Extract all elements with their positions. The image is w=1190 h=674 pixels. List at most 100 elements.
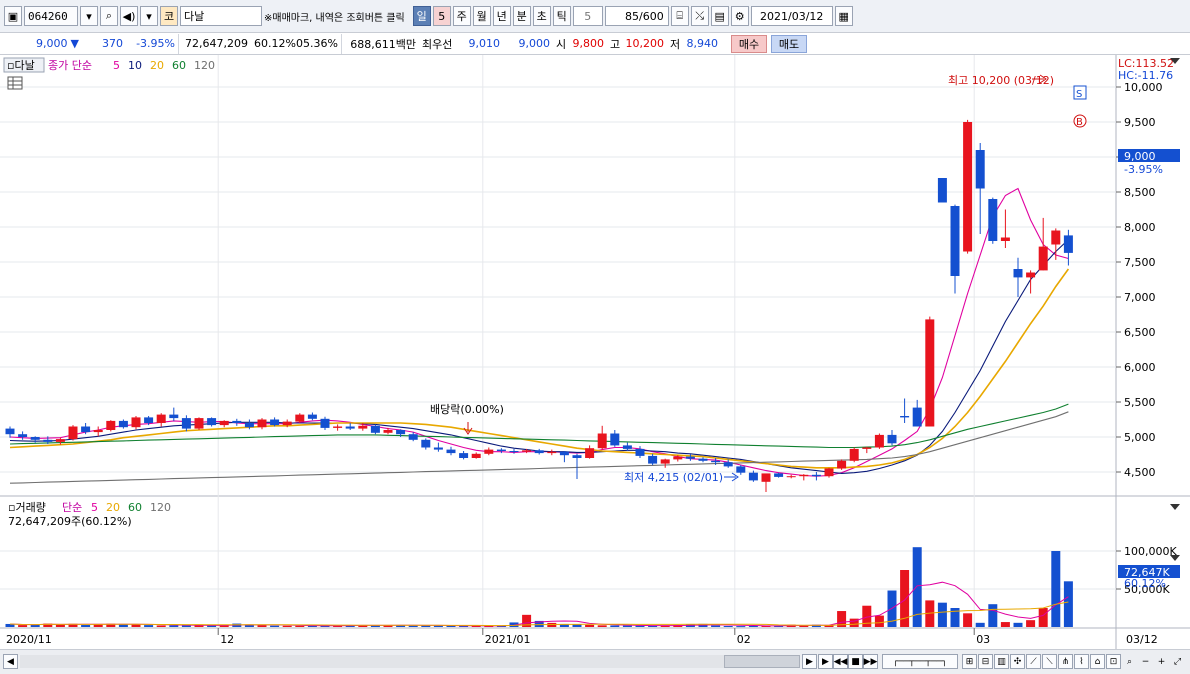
- candle-up: [333, 426, 343, 428]
- dividend-annotation: 배당락(0.00%): [430, 403, 504, 416]
- period-second-tab[interactable]: 초: [532, 6, 551, 26]
- candle-down: [811, 474, 821, 477]
- ma20-legend: 20: [150, 59, 164, 72]
- period-tick-tab[interactable]: 틱: [552, 6, 571, 26]
- scroll-thumb[interactable]: [724, 655, 800, 668]
- period-day-spin[interactable]: 5: [432, 6, 451, 26]
- search-icon[interactable]: ⌕: [100, 6, 118, 26]
- candle-down: [698, 458, 708, 461]
- period-day-tab[interactable]: 일: [412, 6, 431, 26]
- quote-volume: 72,647,209: [178, 33, 251, 54]
- date-label: 2020/11: [6, 633, 52, 646]
- candle-down: [396, 430, 406, 435]
- zoom-out-icon[interactable]: −: [1138, 654, 1153, 669]
- code-dropdown-icon[interactable]: ▾: [80, 6, 98, 26]
- price-tick-label: 9,500: [1124, 116, 1156, 129]
- stock-name-field[interactable]: 다날: [180, 6, 262, 26]
- stock-code-input[interactable]: 064260: [24, 6, 78, 26]
- screen-icon[interactable]: ⊟: [978, 654, 993, 669]
- ruler-icon[interactable]: ⊡: [1106, 654, 1121, 669]
- candle-down: [774, 473, 784, 477]
- indicator-icon[interactable]: ⤯: [690, 6, 709, 26]
- trend-icon[interactable]: ⟋: [1026, 654, 1041, 669]
- candle-down: [534, 450, 544, 454]
- rewind-icon[interactable]: ◀◀: [833, 654, 848, 669]
- candle-up: [471, 453, 481, 458]
- candle-down: [5, 428, 15, 435]
- period-month-tab[interactable]: 월: [472, 6, 491, 26]
- fib-tool-icon[interactable]: ⋔: [1058, 654, 1073, 669]
- volume-tick-label: 100,000K: [1124, 545, 1177, 558]
- sell-button[interactable]: 매도: [771, 34, 807, 53]
- volume-bar: [1051, 551, 1061, 627]
- buy-button[interactable]: 매수: [731, 34, 767, 53]
- price-tick-label: 4,500: [1124, 466, 1156, 479]
- speaker-icon[interactable]: ◀): [120, 6, 138, 26]
- play-icon[interactable]: ▶: [818, 654, 833, 669]
- volume-title: ▫거래량: [8, 501, 46, 514]
- best-ask-value: 9,000: [518, 37, 551, 50]
- volume-sq-icon: ▫: [8, 501, 15, 514]
- date-field[interactable]: 2021/03/12: [750, 6, 833, 26]
- fast-forward-icon[interactable]: ▶▶: [863, 654, 878, 669]
- panel-icon[interactable]: ▥: [994, 654, 1009, 669]
- volume-bar: [937, 602, 947, 627]
- price-tick-label: 6,500: [1124, 326, 1156, 339]
- candle-down: [43, 439, 53, 442]
- chart-title-sq-icon: ▫: [7, 59, 14, 72]
- candle-down: [711, 460, 721, 463]
- expand-icon[interactable]: ⤢: [1170, 654, 1185, 669]
- layout-grid-icon[interactable]: ⊞: [962, 654, 977, 669]
- candle-up: [849, 448, 859, 461]
- candle-up: [1026, 272, 1036, 278]
- price-volume-chart[interactable]: 10,000 9,500 9,000 8,500 8,000 7,500 7,000 6,50…: [0, 55, 1190, 649]
- stop-icon[interactable]: ■: [848, 654, 863, 669]
- quote-price: 9,000 ▼: [0, 34, 82, 54]
- candle-up: [673, 456, 683, 460]
- candle-up: [761, 473, 771, 482]
- date-label: 02: [737, 633, 751, 646]
- scroll-right-icon[interactable]: ▶: [802, 654, 817, 669]
- volume-bar: [799, 625, 809, 627]
- crosshair-icon[interactable]: ✣: [1010, 654, 1025, 669]
- candle-down: [559, 451, 569, 456]
- data-count-field[interactable]: 85/600: [604, 6, 669, 26]
- minute-value-field[interactable]: 5: [572, 6, 603, 26]
- speaker-dropdown-icon[interactable]: ▾: [140, 6, 158, 26]
- calendar-icon[interactable]: ▦: [834, 6, 853, 26]
- zoom-icon[interactable]: ⌕: [1122, 654, 1137, 669]
- candle-up: [131, 417, 141, 428]
- chart-scrollbar[interactable]: ◀ ▶ ▶ ◀◀ ■ ▶▶ ┌──┬──┬──┐ ⊞ ⊟ ▥ ✣ ⟋ ⟍ ⋔ ⌇…: [0, 649, 1190, 674]
- open-value: 9,800: [572, 37, 605, 50]
- volume-current-pct: 60.12%: [1124, 577, 1166, 590]
- open-label: 시: [556, 37, 567, 51]
- table-view-icon[interactable]: [7, 76, 23, 90]
- gear-icon[interactable]: ⚙: [730, 6, 749, 26]
- candle-down: [144, 417, 154, 423]
- volume-bar: [1026, 620, 1036, 627]
- scroll-left-icon[interactable]: ◀: [3, 654, 18, 669]
- text-tool-icon[interactable]: ⌂: [1090, 654, 1105, 669]
- chart-settings-icon[interactable]: ▣: [4, 6, 22, 26]
- candle-down: [118, 420, 128, 428]
- candle-up: [925, 319, 935, 427]
- zoom-slider[interactable]: ┌──┬──┬──┐: [882, 654, 958, 669]
- quote-volume-pct: 60.12%: [254, 37, 296, 50]
- scroll-track[interactable]: [20, 655, 800, 668]
- volume-bar: [963, 613, 973, 627]
- save-icon[interactable]: ▤: [710, 6, 729, 26]
- drawing-icon[interactable]: ⌇: [1074, 654, 1089, 669]
- candle-up: [585, 448, 595, 458]
- chart-type-icon[interactable]: ⌸: [670, 6, 689, 26]
- volume-bar: [736, 626, 746, 628]
- period-minute-tab[interactable]: 분: [512, 6, 531, 26]
- line-tool-icon[interactable]: ⟍: [1042, 654, 1057, 669]
- high-price-annotation: 최고 10,200 (03/12): [948, 74, 1054, 87]
- volume-bar: [874, 615, 884, 627]
- volume-bar: [181, 625, 191, 627]
- candle-down: [635, 448, 645, 456]
- volume-bar: [257, 625, 267, 627]
- period-year-tab[interactable]: 년: [492, 6, 511, 26]
- zoom-in-icon[interactable]: +: [1154, 654, 1169, 669]
- period-week-tab[interactable]: 주: [452, 6, 471, 26]
